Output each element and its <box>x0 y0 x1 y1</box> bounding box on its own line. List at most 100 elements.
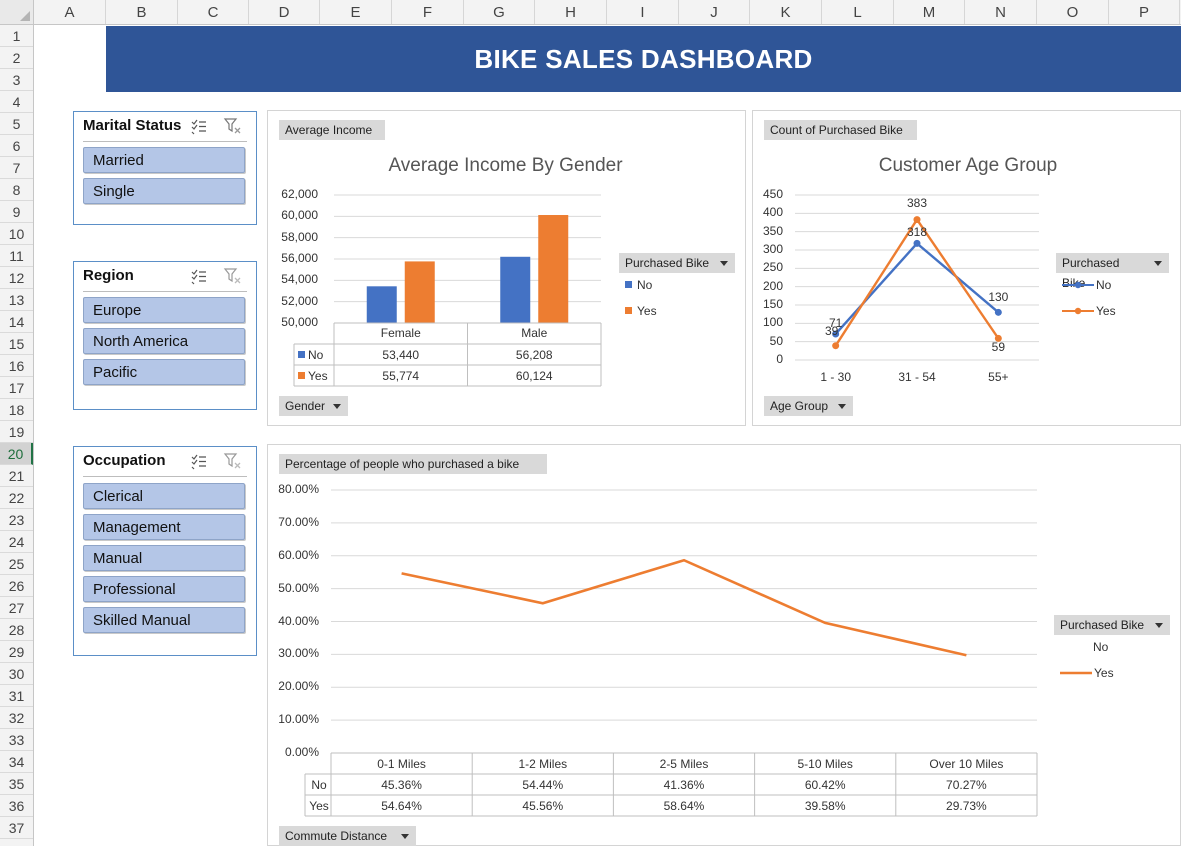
row-header-17[interactable]: 17 <box>0 377 33 399</box>
row-header-12[interactable]: 12 <box>0 267 33 289</box>
row-header-37[interactable]: 37 <box>0 817 33 839</box>
row-header-32[interactable]: 32 <box>0 707 33 729</box>
purchased-bike-legend-button[interactable]: Purchased Bike <box>1056 253 1169 290</box>
row-header-13[interactable]: 13 <box>0 289 33 311</box>
legend-item-no[interactable]: No <box>625 278 652 292</box>
clear-filter-icon[interactable] <box>223 267 242 285</box>
row-header-33[interactable]: 33 <box>0 729 33 751</box>
column-header-d[interactable]: D <box>249 0 320 24</box>
row-header-4[interactable]: 4 <box>0 91 33 113</box>
slicer-item-married[interactable]: Married <box>83 147 245 173</box>
row-header-14[interactable]: 14 <box>0 311 33 333</box>
slicer-item-single[interactable]: Single <box>83 178 245 204</box>
row-header-5[interactable]: 5 <box>0 113 33 135</box>
row-header-10[interactable]: 10 <box>0 223 33 245</box>
purchased-bike-legend-button[interactable]: Purchased Bike <box>619 253 735 273</box>
row-header-22[interactable]: 22 <box>0 487 33 509</box>
column-header-b[interactable]: B <box>106 0 178 24</box>
row-header-27[interactable]: 27 <box>0 597 33 619</box>
row-header-21[interactable]: 21 <box>0 465 33 487</box>
dropdown-arrow-icon <box>720 261 728 266</box>
column-header-f[interactable]: F <box>392 0 464 24</box>
row-header-34[interactable]: 34 <box>0 751 33 773</box>
commute-distance-axis-button[interactable]: Commute Distance <box>279 826 416 846</box>
multi-select-icon[interactable] <box>191 268 207 285</box>
clear-filter-icon[interactable] <box>223 452 242 470</box>
axis-field-label: Commute Distance <box>285 829 388 843</box>
legend-item-no[interactable]: No <box>1062 278 1111 292</box>
row-header-36[interactable]: 36 <box>0 795 33 817</box>
region-slicer[interactable]: Region Europe North America Pacific <box>73 261 257 410</box>
row-header-15[interactable]: 15 <box>0 333 33 355</box>
table-cell: 60.42% <box>804 778 846 792</box>
legend-item-no[interactable]: No <box>1093 640 1108 654</box>
row-headers: 1 2 3 4 5 6 7 8 9 10 11 12 13 14 15 16 17 18 19 20 21 22 23 24 2… <box>0 25 34 846</box>
column-header-l[interactable]: L <box>822 0 894 24</box>
y-tick-label: 250 <box>762 260 783 275</box>
column-header-n[interactable]: N <box>965 0 1037 24</box>
column-header-h[interactable]: H <box>535 0 607 24</box>
row-header-18[interactable]: 18 <box>0 399 33 421</box>
column-header-p[interactable]: P <box>1109 0 1180 24</box>
income-chart-panel[interactable]: Average Income Average Income By Gender … <box>267 110 746 426</box>
column-header-g[interactable]: G <box>464 0 535 24</box>
occupation-slicer[interactable]: Occupation Clerical Management Manual Pr… <box>73 446 257 656</box>
column-header-e[interactable]: E <box>320 0 392 24</box>
row-header-25[interactable]: 25 <box>0 553 33 575</box>
slicer-item-skilled-manual[interactable]: Skilled Manual <box>83 607 245 633</box>
row-header-8[interactable]: 8 <box>0 179 33 201</box>
row-header-3[interactable]: 3 <box>0 69 33 91</box>
slicer-title: Marital Status <box>83 117 182 134</box>
column-header-c[interactable]: C <box>178 0 249 24</box>
column-header-o[interactable]: O <box>1037 0 1109 24</box>
row-header-16[interactable]: 16 <box>0 355 33 377</box>
row-header-30[interactable]: 30 <box>0 663 33 685</box>
row-header-1[interactable]: 1 <box>0 25 33 47</box>
legend-label-yes: Yes <box>637 304 657 318</box>
multi-select-icon[interactable] <box>191 453 207 470</box>
row-header-2[interactable]: 2 <box>0 47 33 69</box>
row-header-31[interactable]: 31 <box>0 685 33 707</box>
row-header-6[interactable]: 6 <box>0 135 33 157</box>
point-no-2 <box>994 308 1002 316</box>
commute-chart-panel[interactable]: Percentage of people who purchased a bik… <box>267 444 1181 846</box>
column-header-j[interactable]: J <box>679 0 750 24</box>
row-header-23[interactable]: 23 <box>0 509 33 531</box>
legend-item-yes[interactable]: Yes <box>625 304 657 318</box>
age-chart-panel[interactable]: Count of Purchased Bike Customer Age Gro… <box>752 110 1181 426</box>
row-header-19[interactable]: 19 <box>0 421 33 443</box>
purchased-bike-legend-button[interactable]: Purchased Bike <box>1054 615 1170 635</box>
y-tick-label: 20.00% <box>278 679 319 694</box>
column-header-k[interactable]: K <box>750 0 822 24</box>
column-header-m[interactable]: M <box>894 0 965 24</box>
clear-filter-icon[interactable] <box>223 117 242 135</box>
select-all-corner[interactable] <box>0 0 34 25</box>
row-header-28[interactable]: 28 <box>0 619 33 641</box>
age-group-axis-button[interactable]: Age Group <box>764 396 853 416</box>
slicer-item-manual[interactable]: Manual <box>83 545 245 571</box>
slicer-title: Region <box>83 267 134 284</box>
legend-item-yes[interactable]: Yes <box>1062 304 1116 318</box>
legend-item-yes[interactable]: Yes <box>1060 666 1114 680</box>
legend-swatch-yes <box>625 307 632 314</box>
slicer-item-pacific[interactable]: Pacific <box>83 359 245 385</box>
slicer-item-europe[interactable]: Europe <box>83 297 245 323</box>
slicer-item-professional[interactable]: Professional <box>83 576 245 602</box>
row-header-7[interactable]: 7 <box>0 157 33 179</box>
row-header-24[interactable]: 24 <box>0 531 33 553</box>
row-header-11[interactable]: 11 <box>0 245 33 267</box>
slicer-item-clerical[interactable]: Clerical <box>83 483 245 509</box>
marital-status-slicer[interactable]: Marital Status Married Single <box>73 111 257 225</box>
row-header-9[interactable]: 9 <box>0 201 33 223</box>
slicer-item-management[interactable]: Management <box>83 514 245 540</box>
multi-select-icon[interactable] <box>191 118 207 135</box>
column-header-i[interactable]: I <box>607 0 679 24</box>
row-header-20[interactable]: 20 <box>0 443 33 465</box>
gender-axis-button[interactable]: Gender <box>279 396 348 416</box>
row-header-35[interactable]: 35 <box>0 773 33 795</box>
column-header-a[interactable]: A <box>34 0 106 24</box>
row-header-29[interactable]: 29 <box>0 641 33 663</box>
slicer-item-north-america[interactable]: North America <box>83 328 245 354</box>
legend-marker-no <box>1062 281 1094 289</box>
row-header-26[interactable]: 26 <box>0 575 33 597</box>
